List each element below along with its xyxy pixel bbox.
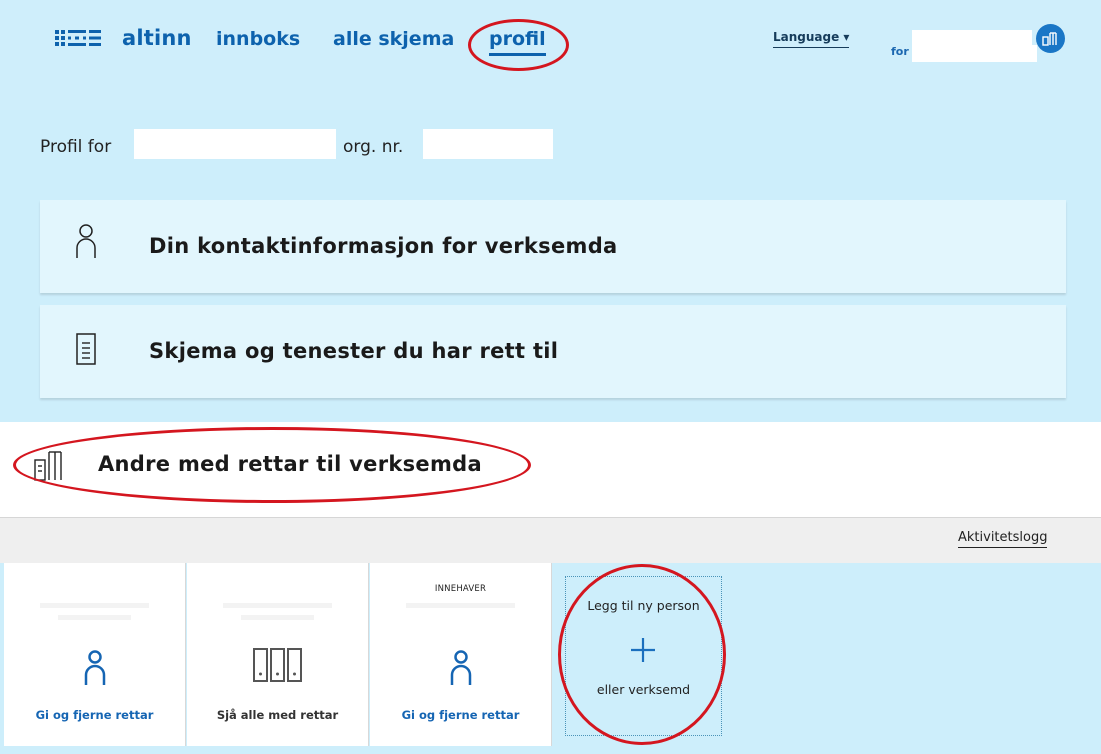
building-icon <box>34 451 62 481</box>
add-person-tile[interactable]: Legg til ny person eller verksemd <box>565 576 722 736</box>
altinn-logo-mark-icon <box>55 30 101 46</box>
card-forms-services-label: Skjema og tenester du har rett til <box>149 339 559 363</box>
tile-give-remove-rights-2[interactable]: INNEHAVER Gi og fjerne rettar <box>370 563 552 746</box>
redacted-actor-name <box>912 30 1032 45</box>
organization-avatar[interactable] <box>1036 24 1065 53</box>
redacted-name <box>223 603 332 608</box>
person-icon <box>450 650 471 685</box>
plus-icon <box>631 638 655 662</box>
redacted-detail <box>241 615 314 620</box>
profile-prefix: Profil for <box>40 137 112 157</box>
nav-innboks[interactable]: innboks <box>216 28 300 50</box>
activity-log-link[interactable]: Aktivitetslogg <box>958 530 1048 548</box>
building-icon <box>1042 32 1057 46</box>
role-label: INNEHAVER <box>434 584 487 594</box>
toolbar-bar <box>0 517 1101 563</box>
redacted-detail <box>58 615 131 620</box>
redacted-name <box>406 603 515 608</box>
add-person-label: Legg til ny person <box>587 598 700 613</box>
top-header: altinn innboks alle skjema profil Langua… <box>0 0 1101 110</box>
add-organization-label: eller verksemd <box>596 682 691 697</box>
document-icon <box>76 333 96 365</box>
card-contact-info-label: Din kontaktinformasjon for verksemda <box>149 234 618 258</box>
card-contact-info[interactable]: Din kontaktinformasjon for verksemda <box>40 200 1066 293</box>
org-number-label: org. nr. <box>343 137 404 157</box>
redacted-org-number <box>423 129 553 159</box>
redacted-name <box>40 603 149 608</box>
nav-profil[interactable]: profil <box>489 28 546 56</box>
tile-see-all-with-rights[interactable]: Sjå alle med rettar <box>187 563 369 746</box>
logo-text: altinn <box>122 26 192 50</box>
tile-label: Sjå alle med rettar <box>216 708 339 722</box>
person-icon <box>84 650 105 685</box>
card-forms-services[interactable]: Skjema og tenester du har rett til <box>40 305 1066 398</box>
nav-alle-skjema[interactable]: alle skjema <box>333 28 454 50</box>
profile-heading: Profil for <box>40 137 111 157</box>
actor-for-label: for <box>891 45 909 58</box>
binders-icon <box>252 648 302 682</box>
tile-give-remove-rights-1[interactable]: Gi og fjerne rettar <box>4 563 186 746</box>
section-title: Andre med rettar til verksemda <box>98 452 482 476</box>
language-dropdown[interactable]: Language ▾ <box>773 30 850 48</box>
person-icon <box>76 224 96 258</box>
altinn-logo[interactable]: altinn <box>54 26 192 50</box>
redacted-org-name <box>134 129 336 159</box>
tile-label: Gi og fjerne rettar <box>401 708 520 722</box>
redacted-actor-name-2 <box>912 45 1037 62</box>
tile-label: Gi og fjerne rettar <box>35 708 154 722</box>
